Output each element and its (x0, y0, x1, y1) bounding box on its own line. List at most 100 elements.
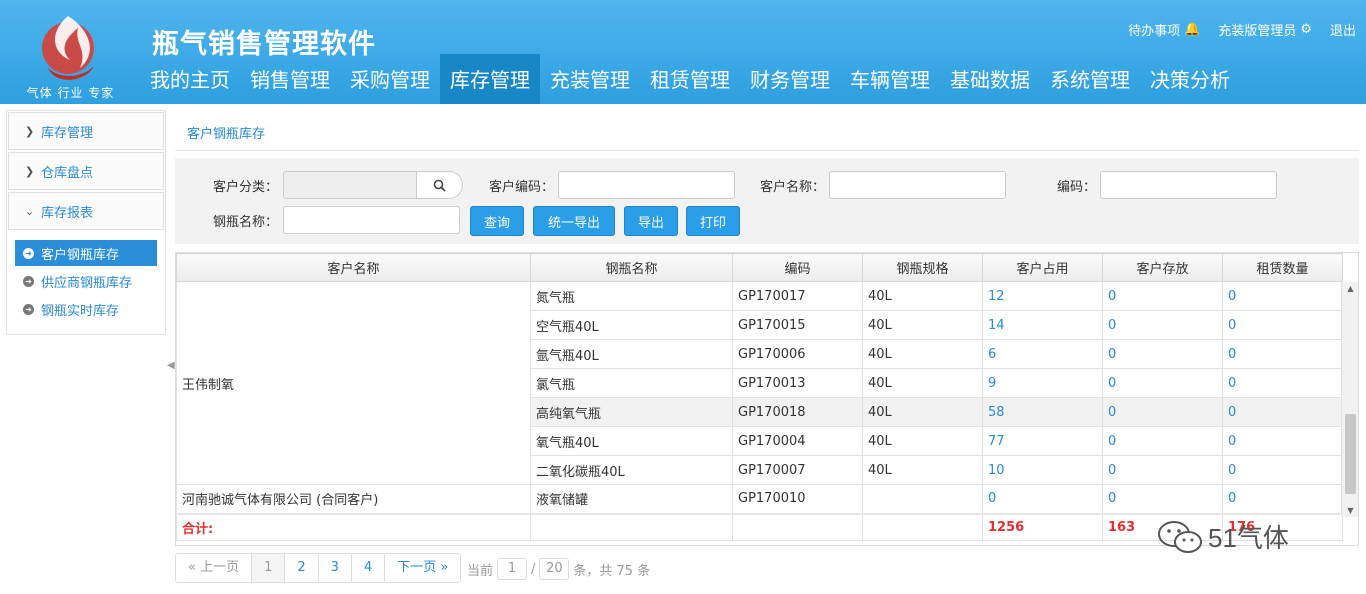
sidebar-item-supplier-cylinder-stock[interactable]: ➜ 供应商钢瓶库存 (15, 268, 157, 294)
table-scrollbar[interactable]: ▲ ▼ (1341, 282, 1358, 517)
pagination: « 上一页 1 2 3 4 下一页 » (175, 553, 462, 583)
watermark: 51气体 (1156, 518, 1289, 555)
nav-system[interactable]: 系统管理 (1040, 54, 1140, 104)
occupy-link[interactable]: 58 (982, 397, 1103, 427)
scroll-up-icon[interactable]: ▲ (1342, 284, 1358, 293)
scroll-down-icon[interactable]: ▼ (1342, 506, 1358, 515)
spec-cell: 40L (862, 368, 983, 398)
arrow-circle-icon: ➜ (23, 275, 34, 287)
occupy-link[interactable]: 6 (982, 339, 1103, 369)
customer-code-label: 客户编码： (489, 180, 555, 195)
column-header[interactable]: 租赁数量 (1222, 253, 1343, 282)
spec-cell: 40L (862, 310, 983, 340)
stored-link[interactable]: 0 (1102, 484, 1223, 514)
sidebar-item-customer-cylinder-stock[interactable]: ➜ 客户钢瓶库存 (15, 240, 157, 266)
customer-category-label: 客户分类： (213, 180, 279, 195)
nav-inventory[interactable]: 库存管理 (440, 54, 540, 104)
nav-vehicle[interactable]: 车辆管理 (840, 54, 940, 104)
nav-filling[interactable]: 充装管理 (540, 54, 640, 104)
lease-link[interactable]: 0 (1222, 281, 1343, 311)
occupy-link[interactable]: 9 (982, 368, 1103, 398)
table-row[interactable]: 河南驰诚气体有限公司 (合同客户) 液氧储罐 GP170010 0 0 0 (176, 484, 1343, 514)
filter-panel: 客户分类： 客户编码： 客户名称： 编码： 钢瓶名称： 查询 统一导出 导出 打… (175, 158, 1359, 244)
lease-link[interactable]: 0 (1222, 368, 1343, 398)
customer-name-label: 客户名称： (760, 180, 826, 195)
stored-link[interactable]: 0 (1102, 397, 1223, 427)
app-header: 气体 行业 专家 瓶气销售管理软件 待办事项 🔔 充装版管理员 ⚙ 退出 我的主… (0, 0, 1366, 104)
export-button[interactable]: 导出 (624, 206, 678, 236)
export-all-button[interactable]: 统一导出 (533, 206, 615, 236)
column-header[interactable]: 客户名称 (176, 253, 531, 282)
nav-sales[interactable]: 销售管理 (240, 54, 340, 104)
code-label: 编码： (1057, 180, 1097, 195)
logout-link[interactable]: 退出 (1330, 20, 1356, 39)
total-occupy: 1256 (982, 512, 1103, 541)
lease-link[interactable]: 0 (1222, 397, 1343, 427)
stored-link[interactable]: 0 (1102, 339, 1223, 369)
cylinder-name-input[interactable] (283, 206, 460, 234)
occupy-link[interactable]: 0 (982, 484, 1103, 514)
column-header[interactable]: 钢瓶名称 (530, 253, 733, 282)
page-1-button[interactable]: 1 (252, 554, 286, 582)
current-page-input[interactable]: 1 (497, 558, 528, 580)
stored-link[interactable]: 0 (1102, 281, 1223, 311)
nav-purchase[interactable]: 采购管理 (340, 54, 440, 104)
scroll-thumb[interactable] (1345, 414, 1356, 494)
page-size-input[interactable]: 20 (539, 558, 570, 580)
admin-menu[interactable]: 充装版管理员 ⚙ (1218, 20, 1312, 39)
spec-cell: 40L (862, 281, 983, 311)
column-header[interactable]: 钢瓶规格 (862, 253, 983, 282)
occupy-link[interactable]: 14 (982, 310, 1103, 340)
lease-link[interactable]: 0 (1222, 426, 1343, 456)
column-header[interactable]: 客户存放 (1102, 253, 1223, 282)
empty-cell (530, 512, 733, 541)
sidebar-group-stocktake[interactable]: ❯ 仓库盘点 (8, 152, 164, 190)
wechat-icon (1158, 520, 1202, 553)
collapse-left-icon[interactable]: ◀ (167, 360, 175, 371)
occupy-link[interactable]: 77 (982, 426, 1103, 456)
stored-link[interactable]: 0 (1102, 310, 1223, 340)
lease-link[interactable]: 0 (1222, 310, 1343, 340)
gear-icon: ⚙ (1300, 22, 1312, 37)
stored-link[interactable]: 0 (1102, 368, 1223, 398)
customer-code-input[interactable] (558, 171, 735, 199)
sidebar-group-reports[interactable]: ⌄ 库存报表 (8, 192, 164, 230)
lease-link[interactable]: 0 (1222, 455, 1343, 485)
page-4-button[interactable]: 4 (352, 554, 386, 582)
cylinder-name-cell: 氩气瓶40L (530, 339, 733, 369)
table-header-row: 客户名称 钢瓶名称 编码 钢瓶规格 客户占用 客户存放 租赁数量 (176, 253, 1343, 282)
current-label: 当前 (467, 563, 494, 579)
page-info: 当前 1 / 20 条，共 75 条 (467, 558, 650, 580)
occupy-link[interactable]: 10 (982, 455, 1103, 485)
todo-link[interactable]: 待办事项 🔔 (1128, 20, 1200, 39)
sidebar-item-realtime-stock[interactable]: ➜ 钢瓶实时库存 (15, 296, 157, 322)
next-page-button[interactable]: 下一页 » (385, 554, 460, 582)
watermark-text: 51气体 (1208, 523, 1289, 553)
sidebar-group-label: 仓库盘点 (41, 165, 94, 181)
nav-analysis[interactable]: 决策分析 (1140, 54, 1240, 104)
query-button[interactable]: 查询 (470, 206, 524, 236)
table-row[interactable]: 王伟制氧 氮气瓶 GP170017 40L 12 0 0 (176, 281, 1343, 485)
page-3-button[interactable]: 3 (319, 554, 352, 582)
nav-lease[interactable]: 租赁管理 (640, 54, 740, 104)
column-header[interactable]: 客户占用 (982, 253, 1103, 282)
customer-category-input[interactable] (283, 171, 417, 199)
column-header[interactable]: 编码 (732, 253, 863, 282)
occupy-link[interactable]: 12 (982, 281, 1103, 311)
lease-link[interactable]: 0 (1222, 484, 1343, 514)
prev-page-button[interactable]: « 上一页 (176, 554, 253, 582)
lease-link[interactable]: 0 (1222, 339, 1343, 369)
nav-finance[interactable]: 财务管理 (740, 54, 840, 104)
inventory-table: 客户名称 钢瓶名称 编码 钢瓶规格 客户占用 客户存放 租赁数量 王伟制氧 氮气… (175, 252, 1359, 546)
stored-link[interactable]: 0 (1102, 426, 1223, 456)
nav-basic-data[interactable]: 基础数据 (940, 54, 1040, 104)
sidebar-group-inventory[interactable]: ❯ 库存管理 (8, 112, 164, 150)
page-2-button[interactable]: 2 (285, 554, 319, 582)
nav-home[interactable]: 我的主页 (140, 54, 240, 104)
customer-name-input[interactable] (829, 171, 1006, 199)
breadcrumb: 客户钢瓶库存 (187, 127, 266, 142)
code-input[interactable] (1100, 171, 1277, 199)
stored-link[interactable]: 0 (1102, 455, 1223, 485)
print-button[interactable]: 打印 (686, 206, 740, 236)
customer-category-search-button[interactable] (417, 171, 463, 199)
